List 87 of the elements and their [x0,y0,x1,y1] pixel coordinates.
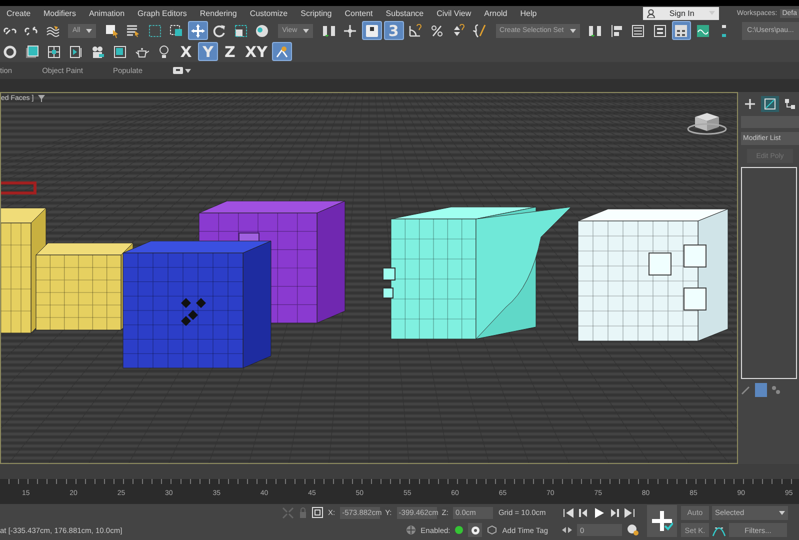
toolbar-button[interactable] [672,21,692,40]
modify-icon [764,98,776,110]
percent-icon [430,24,444,38]
pin-icon[interactable] [741,385,751,395]
crosshair-icon [343,24,358,38]
window-icon [113,44,127,58]
go-to-start-icon [563,506,575,519]
list-cursor-icon [126,24,140,38]
menu-item[interactable]: Civil View [430,8,478,18]
caret-icon [303,28,310,32]
toolbar-button[interactable]: Z [220,42,240,61]
selection-lock-button[interactable] [468,523,482,538]
dashed-square-icon [148,24,162,38]
toolbar-button[interactable] [362,21,382,40]
braces-icon [472,24,487,38]
menu-item[interactable]: Arnold [478,8,514,18]
transform-mode-icon[interactable] [312,507,323,518]
time-slider-track[interactable] [0,464,799,479]
caret-icon [570,28,576,32]
mirror-icon [588,24,602,38]
spinner-icon [451,24,466,38]
angle-snap-icon [408,24,422,38]
dashed-square-icon [169,24,184,38]
set-key-button[interactable] [647,505,677,537]
nodes-icon[interactable] [771,385,781,395]
menu-item[interactable]: Animation [82,8,132,18]
curve-window-icon [696,24,710,38]
align-icon [610,24,624,38]
view-cube-icon[interactable] [687,111,727,135]
unlink-icon [24,24,38,38]
caret-icon [86,28,92,32]
snap-icon [364,24,379,38]
playback-button[interactable] [592,506,606,520]
ring-icon [470,526,480,535]
playback-button[interactable] [562,506,576,520]
caret-icon [779,510,785,515]
caret-icon [184,68,191,72]
spinner-arrows-icon[interactable] [562,526,572,534]
toolbar-button[interactable]: 3 [384,21,404,40]
play-icon [593,506,605,519]
filter-icon[interactable] [38,95,45,102]
menu-item[interactable]: Graph Editors [131,8,194,18]
menu-item[interactable]: Customize [243,8,294,18]
user-icon [646,8,655,18]
toolbar-button[interactable]: XY [242,42,270,61]
mirror-icon [322,24,336,38]
sphere-icon [255,24,270,38]
toolbar-button[interactable]: X [176,42,196,61]
sign-in-dropdown[interactable]: Sign In [642,6,719,20]
next-frame-icon [608,506,620,519]
constraint-icon [275,44,290,58]
plus-icon [744,98,756,110]
menu-item[interactable]: Content [338,8,380,18]
menu-item[interactable]: Scripting [294,8,338,18]
go-to-end-icon [623,506,635,519]
list-icon [631,24,646,38]
menu-item[interactable]: Substance [379,8,430,18]
scale-icon [234,24,248,38]
camera-icon [91,44,105,58]
tag-icon[interactable] [487,525,498,536]
time-config-icon[interactable] [627,524,639,536]
panel-tab[interactable] [761,96,779,112]
wave-icon [46,24,60,38]
modifier-stack[interactable] [741,167,797,379]
globe-icon[interactable] [406,525,416,536]
menu-item[interactable]: Rendering [193,8,244,18]
toolbar-button[interactable]: Y [198,42,218,61]
select-cursor-icon [104,24,119,38]
hierarchy-icon [784,98,796,110]
menu-item[interactable]: Create [0,8,38,18]
move-icon [190,24,205,38]
layers-icon [652,24,667,38]
rotate-icon [212,24,226,38]
toolbar-button[interactable] [272,42,292,61]
grid-icon [674,24,688,38]
panel-icon[interactable] [172,67,183,74]
previous-frame-icon [578,506,590,519]
bulb-icon [157,44,171,58]
selection-outline [1,182,36,194]
grid-icon [47,44,61,58]
ring-icon [3,44,17,58]
menu-item[interactable]: Modifiers [37,8,82,18]
playback-button[interactable] [622,506,636,520]
boxes-icon [25,44,39,58]
film-icon [69,44,83,58]
menu-item[interactable]: Help [514,8,544,18]
key-plus-icon [651,510,673,532]
